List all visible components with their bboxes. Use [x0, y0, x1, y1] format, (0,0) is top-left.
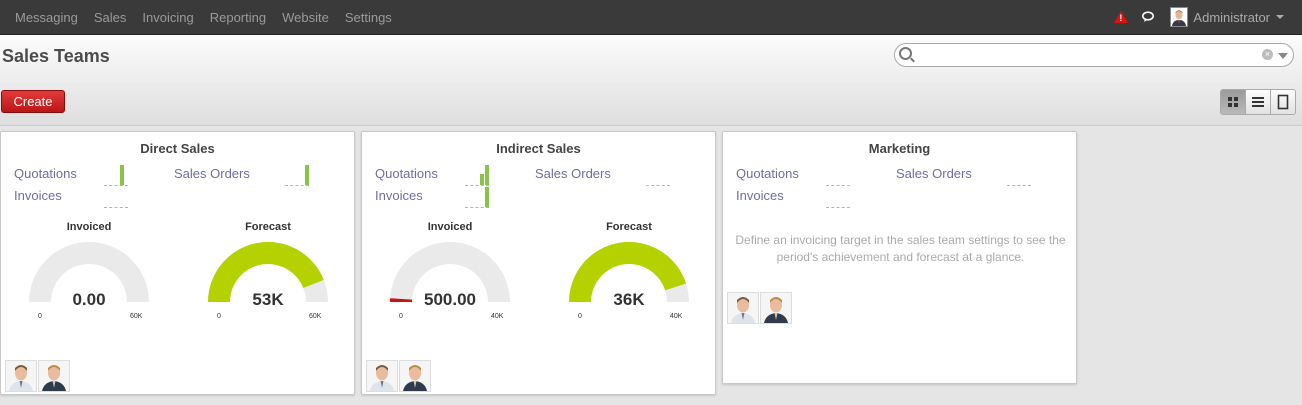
quotations-link[interactable]: Quotations [375, 166, 438, 181]
grid-icon [1228, 97, 1238, 107]
forecast-title: Forecast [245, 221, 291, 233]
sales-orders-link[interactable]: Sales Orders [896, 166, 972, 181]
warning-icon[interactable]: ! [1114, 11, 1129, 23]
member-avatar[interactable] [760, 292, 792, 324]
person-icon [6, 361, 36, 391]
invoiced-min: 0 [399, 313, 403, 320]
search-box[interactable]: × [894, 43, 1294, 67]
clear-search-icon[interactable]: × [1262, 49, 1273, 60]
team-name[interactable]: Indirect Sales [362, 141, 715, 156]
forecast-min: 0 [217, 313, 221, 320]
main-menu: Messaging Sales Invoicing Reporting Webs… [7, 0, 400, 34]
user-menu-label[interactable]: Administrator [1193, 10, 1270, 25]
menu-invoicing[interactable]: Invoicing [142, 10, 193, 25]
quotations-bar [485, 165, 489, 185]
create-button[interactable]: Create [1, 90, 65, 113]
team-name[interactable]: Marketing [723, 141, 1076, 156]
forecast-max: 60K [309, 313, 322, 320]
sales-orders-sparkline [646, 185, 670, 186]
forecast-max: 40K [670, 313, 683, 320]
quotations-link[interactable]: Quotations [14, 166, 77, 181]
member-avatar[interactable] [399, 360, 431, 392]
person-icon [728, 293, 758, 323]
invoiced-title: Invoiced [427, 221, 473, 233]
invoices-sparkline [104, 207, 128, 208]
forecast-value: 53K [252, 290, 284, 309]
forecast-min: 0 [578, 313, 582, 320]
search-input[interactable] [917, 46, 1251, 66]
person-icon [400, 361, 430, 391]
forecast-value: 36K [613, 290, 645, 309]
list-view-button[interactable] [1246, 90, 1271, 114]
quotations-link[interactable]: Quotations [736, 166, 799, 181]
team-card-indirect-sales[interactable]: Indirect Sales Quotations Sales Orders I… [361, 131, 716, 395]
menu-sales[interactable]: Sales [94, 10, 127, 25]
invoiced-title: Invoiced [66, 221, 112, 233]
page-title: Sales Teams [2, 46, 110, 66]
team-name[interactable]: Direct Sales [1, 141, 354, 156]
systray: ! Administrator [1114, 0, 1284, 34]
menu-messaging[interactable]: Messaging [15, 10, 78, 25]
invoices-sparkline [465, 207, 489, 208]
form-icon [1277, 94, 1289, 110]
sales-orders-sparkline [285, 185, 309, 186]
chat-icon[interactable] [1142, 11, 1156, 23]
invoices-link[interactable]: Invoices [375, 188, 423, 203]
invoices-link[interactable]: Invoices [736, 188, 784, 203]
list-icon [1252, 97, 1264, 107]
sales-orders-link[interactable]: Sales Orders [174, 166, 250, 181]
invoices-link[interactable]: Invoices [14, 188, 62, 203]
invoiced-max: 60K [130, 313, 143, 320]
search-options-icon[interactable] [1278, 53, 1288, 59]
sales-orders-bar [305, 165, 309, 185]
quotations-sparkline [465, 185, 489, 186]
invoiced-min: 0 [38, 313, 42, 320]
view-switcher [1220, 89, 1296, 115]
control-panel: Sales Teams × Create [0, 35, 1302, 126]
quotations-sparkline [104, 185, 128, 186]
user-avatar[interactable] [1170, 7, 1189, 27]
team-card-marketing[interactable]: Marketing Quotations Sales Orders Invoic… [722, 131, 1077, 384]
person-icon [367, 361, 397, 391]
team-card-direct-sales[interactable]: Direct Sales Quotations Sales Orders Inv… [0, 131, 355, 395]
menu-settings[interactable]: Settings [345, 10, 392, 25]
target-hint: Define an invoicing target in the sales … [735, 233, 1066, 264]
kanban-view-button[interactable] [1221, 90, 1246, 114]
quotations-bar [480, 174, 484, 185]
quotations-bar [120, 165, 124, 185]
invoiced-max: 40K [491, 313, 504, 320]
chevron-down-icon[interactable] [1276, 15, 1284, 19]
person-icon [39, 361, 69, 391]
person-icon [761, 293, 791, 323]
top-navbar: Messaging Sales Invoicing Reporting Webs… [0, 0, 1302, 35]
menu-website[interactable]: Website [282, 10, 329, 25]
menu-reporting[interactable]: Reporting [210, 10, 266, 25]
quotations-sparkline [826, 185, 850, 186]
form-view-button[interactable] [1271, 90, 1295, 114]
member-avatar[interactable] [5, 360, 37, 392]
search-icon [899, 47, 912, 60]
sales-orders-link[interactable]: Sales Orders [535, 166, 611, 181]
invoices-sparkline [826, 207, 850, 208]
invoiced-value: 500.00 [424, 290, 476, 309]
member-avatar[interactable] [366, 360, 398, 392]
member-avatar[interactable] [727, 292, 759, 324]
forecast-title: Forecast [606, 221, 652, 233]
sales-orders-sparkline [1007, 185, 1031, 186]
invoices-bar [485, 187, 489, 207]
member-avatar[interactable] [38, 360, 70, 392]
invoiced-value: 0.00 [72, 290, 106, 309]
